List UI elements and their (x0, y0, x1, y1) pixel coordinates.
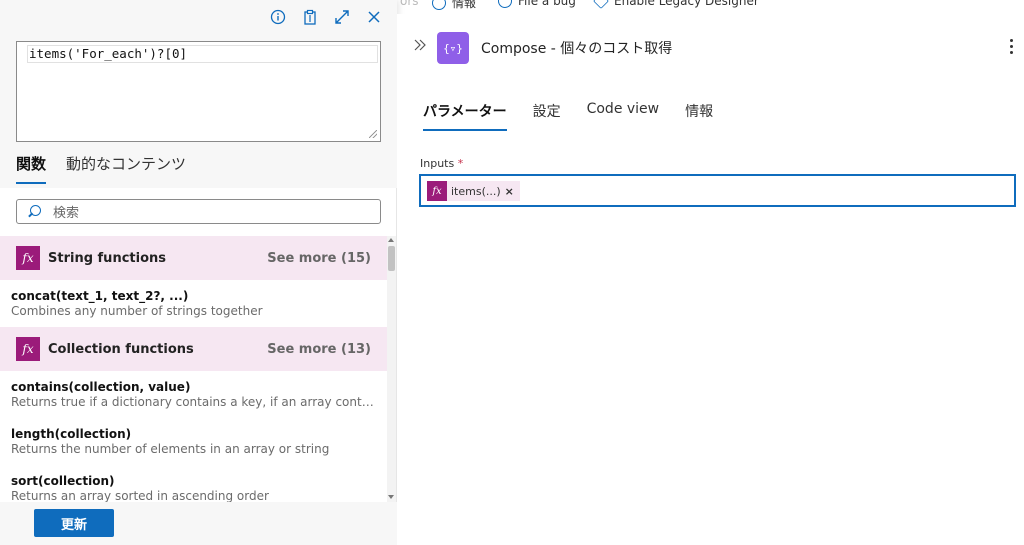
tab-parameters[interactable]: パラメーター (423, 101, 507, 131)
expression-editor-panel: items('For_each')?[0] 関数 動的なコンテンツ 検索 fx … (0, 0, 397, 545)
editor-header-area: items('For_each')?[0] 関数 動的なコンテンツ (0, 0, 397, 188)
toolbar-faint-item: ors (400, 0, 419, 8)
expression-text[interactable]: items('For_each')?[0] (27, 45, 378, 63)
function-search-input[interactable]: 検索 (16, 199, 381, 224)
bug-icon (498, 0, 512, 8)
update-button[interactable]: 更新 (34, 509, 114, 537)
group-string-functions[interactable]: fx String functions See more (15) (0, 236, 387, 280)
fx-icon: fx (16, 337, 40, 361)
see-more-link[interactable]: See more (13) (267, 342, 371, 357)
expression-token[interactable]: fx items(...) × (427, 181, 520, 201)
function-list-scrollbar[interactable] (387, 236, 396, 502)
tab-info[interactable]: 情報 (685, 101, 713, 131)
action-details-panel: {▿} Compose - 個々のコスト取得 パラメーター 設定 Code vi… (397, 14, 1024, 545)
tab-settings[interactable]: 設定 (533, 101, 561, 131)
list-item[interactable]: sort(collection) Returns an array sorted… (0, 465, 387, 502)
more-options-icon[interactable] (1010, 39, 1014, 57)
fx-icon: fx (427, 181, 447, 201)
panel-header-icons (267, 6, 385, 28)
toolbar-info-button[interactable]: 情報 (432, 0, 476, 11)
action-tabs: パラメーター 設定 Code view 情報 (423, 101, 713, 131)
scroll-down-icon[interactable] (388, 495, 394, 499)
toolbar-file-bug-button[interactable]: File a bug (498, 0, 576, 8)
close-icon[interactable] (363, 6, 385, 28)
resize-grip-icon[interactable] (369, 130, 377, 138)
tab-code-view[interactable]: Code view (587, 101, 660, 131)
collapse-chevron-icon[interactable] (414, 36, 426, 55)
toolbar-legacy-designer-button[interactable]: Enable Legacy Designer (593, 0, 759, 9)
search-icon (27, 204, 41, 219)
search-placeholder: 検索 (53, 206, 80, 221)
expression-input[interactable]: items('For_each')?[0] (16, 41, 381, 142)
list-item[interactable]: contains(collection, value) Returns true… (0, 371, 387, 418)
expand-icon[interactable] (331, 6, 353, 28)
info-icon[interactable] (267, 6, 289, 28)
fx-icon: fx (16, 246, 40, 270)
editor-tabs: 関数 動的なコンテンツ (16, 153, 186, 184)
clipboard-icon[interactable] (299, 6, 321, 28)
tab-dynamic-content[interactable]: 動的なコンテンツ (66, 153, 186, 184)
function-list: fx String functions See more (15) concat… (0, 236, 387, 502)
inputs-field[interactable]: fx items(...) × (419, 174, 1016, 207)
info-icon (432, 0, 446, 10)
required-mark: * (457, 157, 464, 170)
tab-functions[interactable]: 関数 (16, 153, 47, 184)
see-more-link[interactable]: See more (15) (267, 251, 371, 266)
scroll-up-icon[interactable] (388, 238, 394, 242)
remove-token-icon[interactable]: × (505, 185, 514, 198)
top-toolbar: ors 情報 File a bug Enable Legacy Designer (400, 0, 1024, 14)
group-collection-functions[interactable]: fx Collection functions See more (13) (0, 327, 387, 371)
list-item[interactable]: concat(text_1, text_2?, ...) Combines an… (0, 280, 387, 327)
scroll-thumb[interactable] (388, 246, 395, 271)
list-item[interactable]: length(collection) Returns the number of… (0, 418, 387, 465)
compose-action-icon: {▿} (437, 32, 469, 64)
action-title[interactable]: Compose - 個々のコスト取得 (481, 38, 672, 58)
inputs-label: Inputs * (420, 157, 464, 170)
legacy-designer-icon (593, 0, 609, 9)
editor-footer: 更新 (0, 502, 397, 545)
